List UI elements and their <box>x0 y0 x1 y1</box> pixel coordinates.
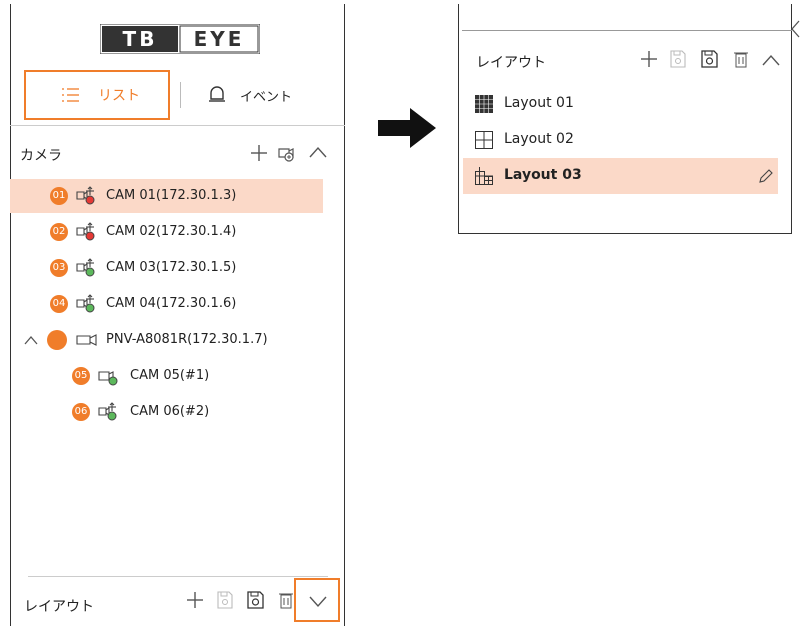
tab-list-label: リスト <box>98 88 140 104</box>
plus-icon[interactable] <box>186 591 204 609</box>
save-as-icon[interactable] <box>700 49 720 69</box>
channel-row[interactable]: 05 CAM 05(#1) <box>10 359 323 393</box>
grid-custom-icon <box>475 167 493 185</box>
list-icon <box>62 87 80 103</box>
channel-badge: 02 <box>50 223 68 241</box>
device-camera-icon <box>76 333 98 347</box>
channel-badge: 04 <box>50 295 68 313</box>
plus-icon[interactable] <box>250 144 268 162</box>
channel-badge: 05 <box>72 367 90 385</box>
tabs-divider <box>10 125 345 126</box>
layout-section-title-expanded: レイアウト <box>476 55 546 71</box>
plus-icon[interactable] <box>640 50 658 68</box>
channel-label: CAM 05(#1) <box>130 368 210 383</box>
camera-fisheye-icon <box>76 258 96 278</box>
logo-text-eye: EYE <box>193 27 245 51</box>
chevron-up-icon[interactable] <box>309 146 327 158</box>
layout-label: Layout 01 <box>504 95 574 111</box>
tab-event[interactable]: イベント <box>200 74 325 116</box>
channel-label: CAM 06(#2) <box>130 404 210 419</box>
pencil-icon[interactable] <box>758 168 774 184</box>
camera-label: CAM 04(172.30.1.6) <box>106 296 237 311</box>
camera-label: CAM 01(172.30.1.3) <box>106 188 237 203</box>
camera-fisheye-icon <box>76 222 96 242</box>
camera-section-title: カメラ <box>20 148 62 164</box>
layout-label: Layout 03 <box>504 167 582 183</box>
camera-label: CAM 03(172.30.1.5) <box>106 260 237 275</box>
logo-text-tb: TB <box>122 27 158 51</box>
camera-row[interactable]: 01 CAM 01(172.30.1.3) <box>10 179 323 213</box>
trash-icon[interactable] <box>734 50 748 68</box>
tb-eye-logo: TB EYE <box>100 24 260 54</box>
layout-section-title: レイアウト <box>24 599 94 615</box>
tab-list[interactable]: リスト <box>24 70 170 120</box>
grid-16-icon <box>475 95 493 113</box>
camera-row[interactable]: 03 CAM 03(172.30.1.5) <box>10 251 323 285</box>
layout-row[interactable]: Layout 03 <box>463 158 778 194</box>
layout-panel-topline <box>462 30 792 31</box>
grid-4-icon <box>475 131 493 149</box>
camera-icon <box>98 367 120 387</box>
camera-label: CAM 02(172.30.1.4) <box>106 224 237 239</box>
camera-row[interactable]: 02 CAM 02(172.30.1.4) <box>10 215 323 249</box>
layout-divider <box>28 576 328 577</box>
save-as-icon[interactable] <box>246 590 266 610</box>
camera-fisheye-icon <box>98 402 118 422</box>
layout-expand-button[interactable] <box>294 578 340 622</box>
layout-row[interactable]: Layout 01 <box>463 86 778 122</box>
device-label: PNV-A8081R(172.30.1.7) <box>106 332 268 347</box>
arrow-right-icon <box>378 108 436 148</box>
camera-row[interactable]: 04 CAM 04(172.30.1.6) <box>10 287 323 321</box>
layout-row[interactable]: Layout 02 <box>463 122 778 158</box>
channel-badge: 01 <box>50 187 68 205</box>
device-row[interactable]: PNV-A8081R(172.30.1.7) <box>10 323 323 357</box>
layout-label: Layout 02 <box>504 131 574 147</box>
camera-fisheye-icon <box>76 294 96 314</box>
device-status-dot <box>47 330 67 350</box>
save-icon[interactable] <box>670 50 686 68</box>
camera-add-icon[interactable] <box>277 145 297 163</box>
bell-icon <box>208 85 226 103</box>
channel-row[interactable]: 06 CAM 06(#2) <box>10 395 323 429</box>
chevron-left-icon[interactable] <box>790 20 800 38</box>
channel-badge: 03 <box>50 259 68 277</box>
chevron-down-icon <box>309 596 327 608</box>
tab-divider <box>180 82 181 108</box>
chevron-up-icon[interactable] <box>762 54 780 66</box>
tab-event-label: イベント <box>240 90 293 105</box>
camera-fisheye-icon <box>76 186 96 206</box>
channel-badge: 06 <box>72 403 90 421</box>
chevron-up-icon[interactable] <box>24 335 38 345</box>
save-icon[interactable] <box>217 591 233 609</box>
trash-icon[interactable] <box>279 591 293 609</box>
